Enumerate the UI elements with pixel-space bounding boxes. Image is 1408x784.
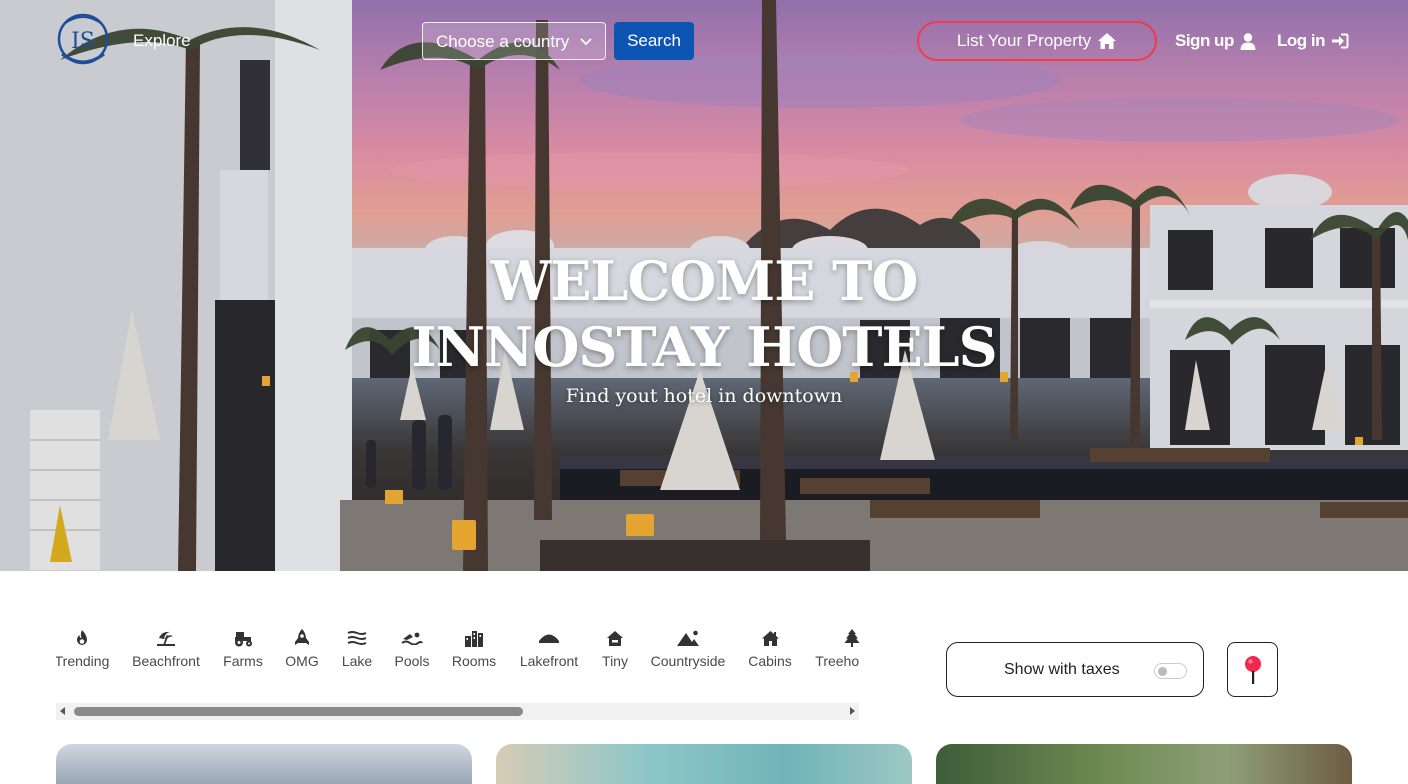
user-icon <box>1240 32 1256 50</box>
hotel-card-image[interactable] <box>56 744 472 784</box>
category-filter-bar: Trending Beachfront Farms OMG Lake Pools… <box>56 626 860 676</box>
hotel-card-image[interactable] <box>936 744 1352 784</box>
filter-pools[interactable]: Pools <box>394 626 430 669</box>
filter-lake[interactable]: Lake <box>342 626 372 669</box>
chevron-down-icon <box>580 38 592 46</box>
scroll-left-arrow-icon[interactable] <box>60 707 65 715</box>
list-property-button[interactable]: List Your Property <box>917 21 1157 61</box>
country-select[interactable]: Choose a country <box>422 22 606 60</box>
map-pin-icon <box>1244 655 1261 684</box>
signup-label: Sign up <box>1175 31 1234 50</box>
taxes-switch[interactable] <box>1154 663 1187 679</box>
country-select-value: Choose a country <box>436 32 570 51</box>
scrollbar-thumb[interactable] <box>74 707 523 716</box>
filter-label: OMG <box>285 653 319 669</box>
cabin-icon <box>761 630 779 646</box>
filter-tiny[interactable]: Tiny <box>600 626 630 669</box>
home-icon <box>1098 33 1117 49</box>
explore-link[interactable]: Explore <box>133 31 191 51</box>
filter-label: Pools <box>394 653 430 669</box>
fire-icon <box>77 629 87 645</box>
taxes-label: Show with taxes <box>1004 660 1120 678</box>
hero-title-line2: INNOSTAY HOTELS <box>411 315 997 379</box>
filter-label: Farms <box>223 653 263 669</box>
tiny-home-icon <box>607 630 623 646</box>
ship-icon <box>539 634 559 643</box>
filter-label: Lakefront <box>519 653 579 669</box>
brand-logo[interactable]: IS <box>56 12 110 66</box>
hero-section: IS Explore Choose a country Search List … <box>0 0 1408 571</box>
hero-subtitle: Find yout hotel in downtown <box>565 385 843 407</box>
rocket-icon <box>295 629 309 645</box>
filter-countryside[interactable]: Countryside <box>650 626 726 669</box>
hero-title: WELCOME TO INNOSTAY HOTELS <box>0 248 1408 380</box>
filter-label: Beachfront <box>132 653 200 669</box>
show-with-taxes-toggle[interactable]: Show with taxes <box>946 642 1204 697</box>
hotel-card-image[interactable] <box>496 744 912 784</box>
filter-lakefront[interactable]: Lakefront <box>518 626 580 669</box>
water-icon <box>347 631 367 645</box>
filter-label: Countryside <box>650 653 726 669</box>
filter-treehouses[interactable]: Treehouses <box>814 626 860 669</box>
filter-trending[interactable]: Trending <box>56 626 110 669</box>
tractor-icon <box>234 631 252 646</box>
filter-omg[interactable]: OMG <box>284 626 320 669</box>
filter-label: Trending <box>56 653 110 669</box>
filter-farms[interactable]: Farms <box>223 626 263 669</box>
navbar: IS Explore Choose a country Search List … <box>0 0 1408 82</box>
filter-cabins[interactable]: Cabins <box>748 626 792 669</box>
filter-scrollbar[interactable] <box>56 703 859 720</box>
switch-knob <box>1158 667 1167 676</box>
login-link[interactable]: Log in <box>1277 31 1349 51</box>
list-property-label: List Your Property <box>956 31 1092 50</box>
rooms-icon <box>465 630 483 647</box>
tree-icon <box>844 629 860 647</box>
filter-rooms[interactable]: Rooms <box>452 626 496 669</box>
umbrella-beach-icon <box>157 631 175 646</box>
filter-beachfront[interactable]: Beachfront <box>132 626 200 669</box>
signup-link[interactable]: Sign up <box>1175 31 1256 51</box>
mountain-sun-icon <box>677 630 699 646</box>
swimmer-icon <box>401 632 423 645</box>
logo-text: IS <box>71 29 95 54</box>
filter-label: Cabins <box>748 653 792 669</box>
sign-in-icon <box>1331 33 1349 49</box>
search-button[interactable]: Search <box>614 22 694 60</box>
filter-label: Treehouses <box>815 653 860 669</box>
filter-label: Rooms <box>451 653 497 669</box>
hero-title-line1: WELCOME TO <box>490 249 919 313</box>
scroll-right-arrow-icon[interactable] <box>850 707 855 715</box>
map-view-button[interactable] <box>1227 642 1278 697</box>
login-label: Log in <box>1277 31 1325 50</box>
filter-label: Tiny <box>602 653 628 669</box>
filter-label: Lake <box>341 653 373 669</box>
